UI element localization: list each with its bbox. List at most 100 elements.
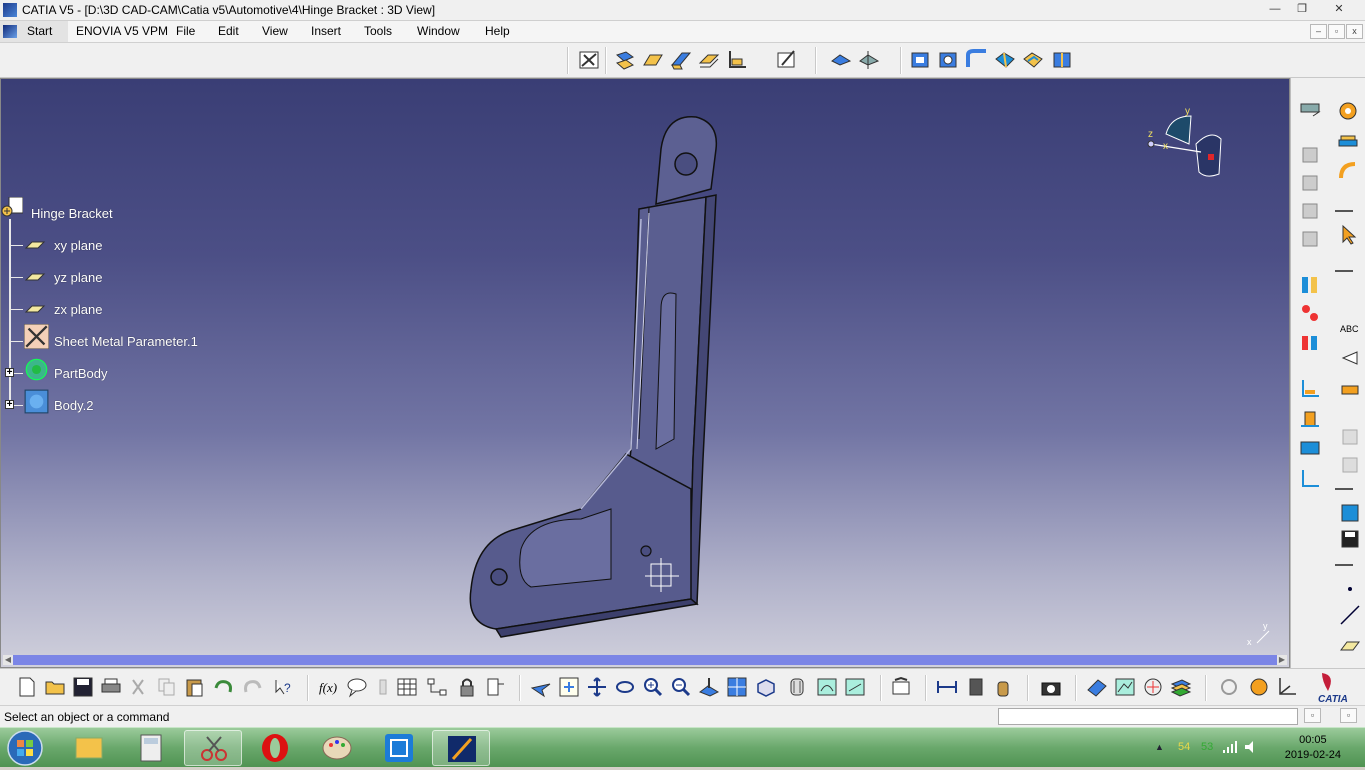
tree-node-yz-plane[interactable]: yz plane <box>52 269 104 286</box>
view-icon-disabled[interactable] <box>1339 426 1361 448</box>
expand-icon[interactable]: + <box>5 368 14 378</box>
rolled-wall-icon[interactable] <box>1337 160 1359 182</box>
taskbar-opera[interactable] <box>246 730 304 766</box>
line-icon[interactable] <box>1339 604 1361 626</box>
rotate-icon[interactable] <box>614 676 636 698</box>
comment-icon[interactable] <box>346 676 368 698</box>
normal-view-icon[interactable] <box>698 676 720 698</box>
isometric-view-icon[interactable] <box>754 676 776 698</box>
taskbar-calculator[interactable] <box>122 730 180 766</box>
tray-expand-icon[interactable]: ▲ <box>1155 742 1164 752</box>
fold-icon[interactable] <box>1299 172 1321 194</box>
update-icon[interactable] <box>890 676 912 698</box>
paste-icon[interactable] <box>184 676 206 698</box>
measure-distance-icon[interactable] <box>936 676 958 698</box>
apply-material-icon[interactable] <box>1299 468 1321 490</box>
doc-close-button[interactable]: x <box>1346 24 1363 39</box>
corner-icon[interactable] <box>966 49 988 71</box>
apply-material-icon[interactable] <box>1086 676 1108 698</box>
tree-node-zx-plane[interactable]: zx plane <box>52 301 104 318</box>
expand-icon[interactable]: + <box>5 400 14 410</box>
scroll-right-arrow[interactable]: ▶ <box>1277 655 1287 665</box>
constraint-icon[interactable] <box>1299 302 1321 324</box>
fly-mode-icon[interactable] <box>530 676 552 698</box>
scroll-left-arrow[interactable]: ◀ <box>3 655 13 665</box>
taskbar-explorer[interactable] <box>60 730 118 766</box>
stamp-icon[interactable] <box>994 49 1016 71</box>
menu-help[interactable]: Help <box>485 24 510 38</box>
formula-fx-icon[interactable]: f(x) <box>318 676 340 698</box>
knowledge-icon[interactable] <box>372 676 394 698</box>
measure-icon[interactable] <box>1299 408 1321 430</box>
3d-viewport[interactable]: Hinge Bracket xy plane yz plane zx plane… <box>0 78 1290 668</box>
compass-widget[interactable]: y z x <box>1141 104 1231 184</box>
lock-icon[interactable] <box>456 676 478 698</box>
tree-node-body-2[interactable]: Body.2 <box>52 397 96 414</box>
check-icon[interactable] <box>1299 332 1321 354</box>
formula-icon[interactable] <box>1299 274 1321 296</box>
undo-icon[interactable] <box>212 676 234 698</box>
tree-node-partbody[interactable]: PartBody <box>52 365 109 382</box>
maximize-button[interactable]: ❐ <box>1289 1 1315 18</box>
hide-show-icon[interactable] <box>816 676 838 698</box>
view-icon-disabled[interactable] <box>1339 454 1361 476</box>
hinge-bracket-model[interactable] <box>461 109 731 639</box>
plane-create-icon[interactable] <box>1339 634 1361 656</box>
fit-all-icon[interactable] <box>558 676 580 698</box>
save-dxf-icon[interactable] <box>1339 528 1361 550</box>
taskbar-catia[interactable] <box>432 730 490 766</box>
zoom-in-icon[interactable] <box>642 676 664 698</box>
sketch-icon[interactable] <box>776 49 798 71</box>
minimize-button[interactable]: — <box>1262 1 1288 18</box>
shading-icon[interactable] <box>786 676 808 698</box>
open-icon[interactable] <box>44 676 66 698</box>
doc-restore-button[interactable]: ▫ <box>1328 24 1345 39</box>
command-input[interactable] <box>998 708 1298 725</box>
menu-insert[interactable]: Insert <box>311 24 341 38</box>
manipulator-icon[interactable] <box>1248 676 1270 698</box>
part-document-icon[interactable] <box>1 197 23 219</box>
taskbar-snipping-tool[interactable] <box>184 730 242 766</box>
tree-node-xy-plane[interactable]: xy plane <box>52 237 104 254</box>
menu-window[interactable]: Window <box>417 24 460 38</box>
taskbar-clock[interactable]: 00:05 2019-02-24 <box>1285 733 1341 763</box>
design-table-icon[interactable] <box>396 676 418 698</box>
flange-icon[interactable] <box>670 49 692 71</box>
camera-icon[interactable] <box>1040 676 1062 698</box>
tree-node-hinge-bracket[interactable]: Hinge Bracket <box>29 205 115 222</box>
axis-icon[interactable] <box>1276 676 1298 698</box>
redo-icon[interactable] <box>242 676 264 698</box>
text-annotation-icon[interactable]: ABC <box>1339 318 1361 340</box>
catalog-icon[interactable] <box>1339 502 1361 524</box>
save-icon[interactable] <box>72 676 94 698</box>
sheet-metal-parameters-icon[interactable] <box>578 49 600 71</box>
doc-minimize-button[interactable]: – <box>1310 24 1327 39</box>
tree-node-sheet-metal-parameter[interactable]: Sheet Metal Parameter.1 <box>52 333 200 350</box>
recognize-icon[interactable] <box>614 49 636 71</box>
start-menu[interactable]: Start <box>0 21 68 42</box>
render-icon[interactable] <box>1114 676 1136 698</box>
fold-unfold-icon[interactable] <box>830 49 852 71</box>
refresh-icon[interactable] <box>1218 676 1240 698</box>
menu-enovia[interactable]: ENOVIA V5 VPM <box>76 24 168 38</box>
pattern-icon[interactable] <box>1022 49 1044 71</box>
menu-file[interactable]: File <box>176 24 195 38</box>
swap-visible-space-icon[interactable] <box>844 676 866 698</box>
point-to-point-icon[interactable] <box>1299 200 1321 222</box>
flag-note-icon[interactable] <box>1339 348 1361 370</box>
cutout-icon[interactable] <box>910 49 932 71</box>
copy-icon[interactable] <box>156 676 178 698</box>
network-signal-icon[interactable] <box>1222 740 1238 754</box>
measure-between-icon[interactable] <box>1299 438 1321 460</box>
extrusion-icon[interactable] <box>698 49 720 71</box>
sheet-metal-workbench-icon[interactable] <box>1299 96 1321 118</box>
point-to-axis-icon[interactable] <box>1299 228 1321 250</box>
unfold-icon[interactable] <box>1299 144 1321 166</box>
multi-view-layout-icon[interactable] <box>726 676 748 698</box>
whats-this-icon[interactable]: ? <box>272 676 294 698</box>
zoom-out-icon[interactable] <box>670 676 692 698</box>
mirror-icon[interactable] <box>1052 49 1074 71</box>
tree-reorder-icon[interactable] <box>426 676 448 698</box>
hole-icon[interactable] <box>938 49 960 71</box>
measure-item-icon[interactable] <box>964 676 986 698</box>
